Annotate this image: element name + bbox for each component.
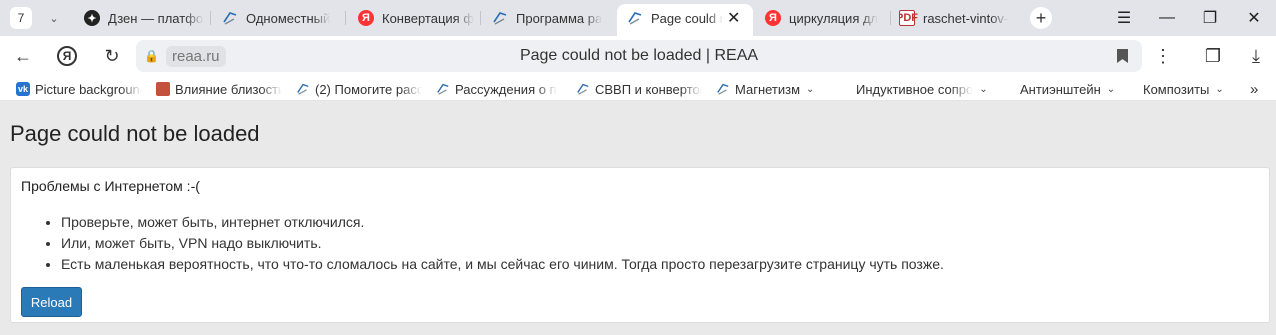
navigation-bar: ← Я ↻ 🔒 reaa.ru Page could not be loaded… — [0, 36, 1276, 76]
reaa-icon — [492, 10, 508, 26]
tab-konvertaciya[interactable]: Я Конвертация ф — [358, 4, 474, 32]
vk-icon: vk — [16, 82, 30, 96]
reaa-icon — [296, 82, 310, 96]
chevron-down-icon: ⌄ — [806, 83, 815, 95]
list-item: Есть маленькая вероятность, что что-то с… — [61, 254, 944, 275]
tab-odnomestny[interactable]: Одноместный — [222, 4, 338, 32]
list-item: Проверьте, может быть, интернет отключил… — [61, 212, 944, 233]
yandex-icon: Я — [765, 10, 781, 26]
refresh-icon[interactable]: ↻ — [99, 43, 125, 69]
error-heading: Page could not be loaded — [10, 121, 260, 146]
error-card: Проблемы с Интернетом :-( Проверьте, мож… — [10, 167, 1270, 323]
chevron-down-icon: ⌄ — [1215, 83, 1224, 95]
yandex-icon: Я — [358, 10, 374, 26]
tab-count-button[interactable]: 7 — [10, 7, 32, 29]
tab-label: raschet-vintov- — [923, 10, 1009, 26]
bookmarks-bar: vk Picture background Влияние близости (… — [0, 76, 1276, 101]
bookmark-folder[interactable]: Магнетизм ⌄ — [716, 80, 814, 98]
image-icon — [156, 82, 170, 96]
tab-cirkulyaciya[interactable]: Я циркуляция дл — [765, 4, 885, 32]
tab-label: Одноместный — [246, 10, 331, 26]
chevron-down-icon: ⌄ — [1106, 83, 1116, 95]
bookmark-folder[interactable]: Антиэнштейн ⌄ — [1020, 80, 1115, 98]
more-options-icon[interactable]: ⋮ — [1150, 43, 1176, 69]
back-arrow-icon[interactable]: ← — [10, 43, 36, 69]
tab-programma[interactable]: Программа ра — [492, 4, 608, 32]
list-item: Или, может быть, VPN надо выключить. — [61, 233, 944, 254]
minimize-icon[interactable]: — — [1155, 6, 1179, 30]
tab-zen[interactable]: ✦ Дзен — платформа — [84, 4, 204, 32]
download-icon[interactable]: ⤓ — [1243, 43, 1269, 69]
tab-page-could-not-be-loaded[interactable]: Page could not be loaded ✕ — [617, 4, 753, 36]
tab-label: циркуляция дл — [789, 10, 879, 26]
more-bookmarks-icon[interactable]: » — [1250, 80, 1258, 98]
menu-icon[interactable]: ☰ — [1112, 6, 1136, 30]
bookmark-item[interactable]: (2) Помогите рассчитать — [296, 80, 422, 98]
reaa-icon — [627, 10, 643, 26]
zen-icon: ✦ — [84, 10, 100, 26]
tips-list: Проверьте, может быть, интернет отключил… — [61, 212, 944, 275]
bookmark-item[interactable]: vk Picture background — [16, 80, 142, 98]
bookmark-item[interactable]: Влияние близости — [156, 80, 282, 98]
bookmark-item[interactable]: СВВП и конвертоплан — [576, 80, 702, 98]
restore-icon[interactable]: ❐ — [1198, 6, 1222, 30]
reaa-icon — [576, 82, 590, 96]
bookmark-folder[interactable]: Композиты ⌄ — [1143, 80, 1224, 98]
address-bar[interactable]: 🔒 reaa.ru Page could not be loaded | REA… — [136, 40, 1142, 72]
yandex-home-icon[interactable]: Я — [57, 46, 77, 66]
close-window-icon[interactable]: ✕ — [1242, 6, 1266, 30]
tab-label: Page could not be loaded — [651, 10, 723, 26]
tab-label: Программа ра — [516, 10, 603, 26]
close-icon[interactable]: ✕ — [727, 8, 740, 28]
tab-strip: 7 ⌄ ✦ Дзен — платформа Одноместный Я Кон… — [0, 0, 1276, 36]
new-tab-button[interactable]: + — [1030, 7, 1052, 29]
tab-label: Конвертация ф — [382, 10, 474, 26]
page-title: Page could not be loaded | REAA — [519, 47, 759, 64]
error-message: Проблемы с Интернетом :-( — [21, 178, 200, 194]
reaa-icon — [716, 82, 730, 96]
bookmark-item[interactable]: Рассуждения о п — [436, 80, 562, 98]
reaa-icon — [436, 82, 450, 96]
tab-divider — [210, 11, 211, 25]
chevron-down-icon[interactable]: ⌄ — [42, 7, 66, 29]
tab-divider — [480, 11, 481, 25]
tab-divider — [890, 11, 891, 25]
collections-icon[interactable]: ❐ — [1200, 43, 1226, 69]
pdf-icon: PDF — [899, 10, 918, 26]
tab-divider — [345, 11, 346, 25]
tab-label: Дзен — платформа — [108, 10, 204, 26]
chevron-down-icon: ⌄ — [979, 83, 988, 95]
reaa-icon — [222, 10, 238, 26]
page-content: Page could not be loaded Проблемы с Инте… — [0, 101, 1276, 335]
bookmark-folder[interactable]: Индуктивное сопро ⌄ — [856, 80, 996, 98]
reload-button[interactable]: Reload — [21, 287, 82, 317]
tab-raschet-vintov[interactable]: PDF raschet-vintov- — [899, 4, 1017, 32]
